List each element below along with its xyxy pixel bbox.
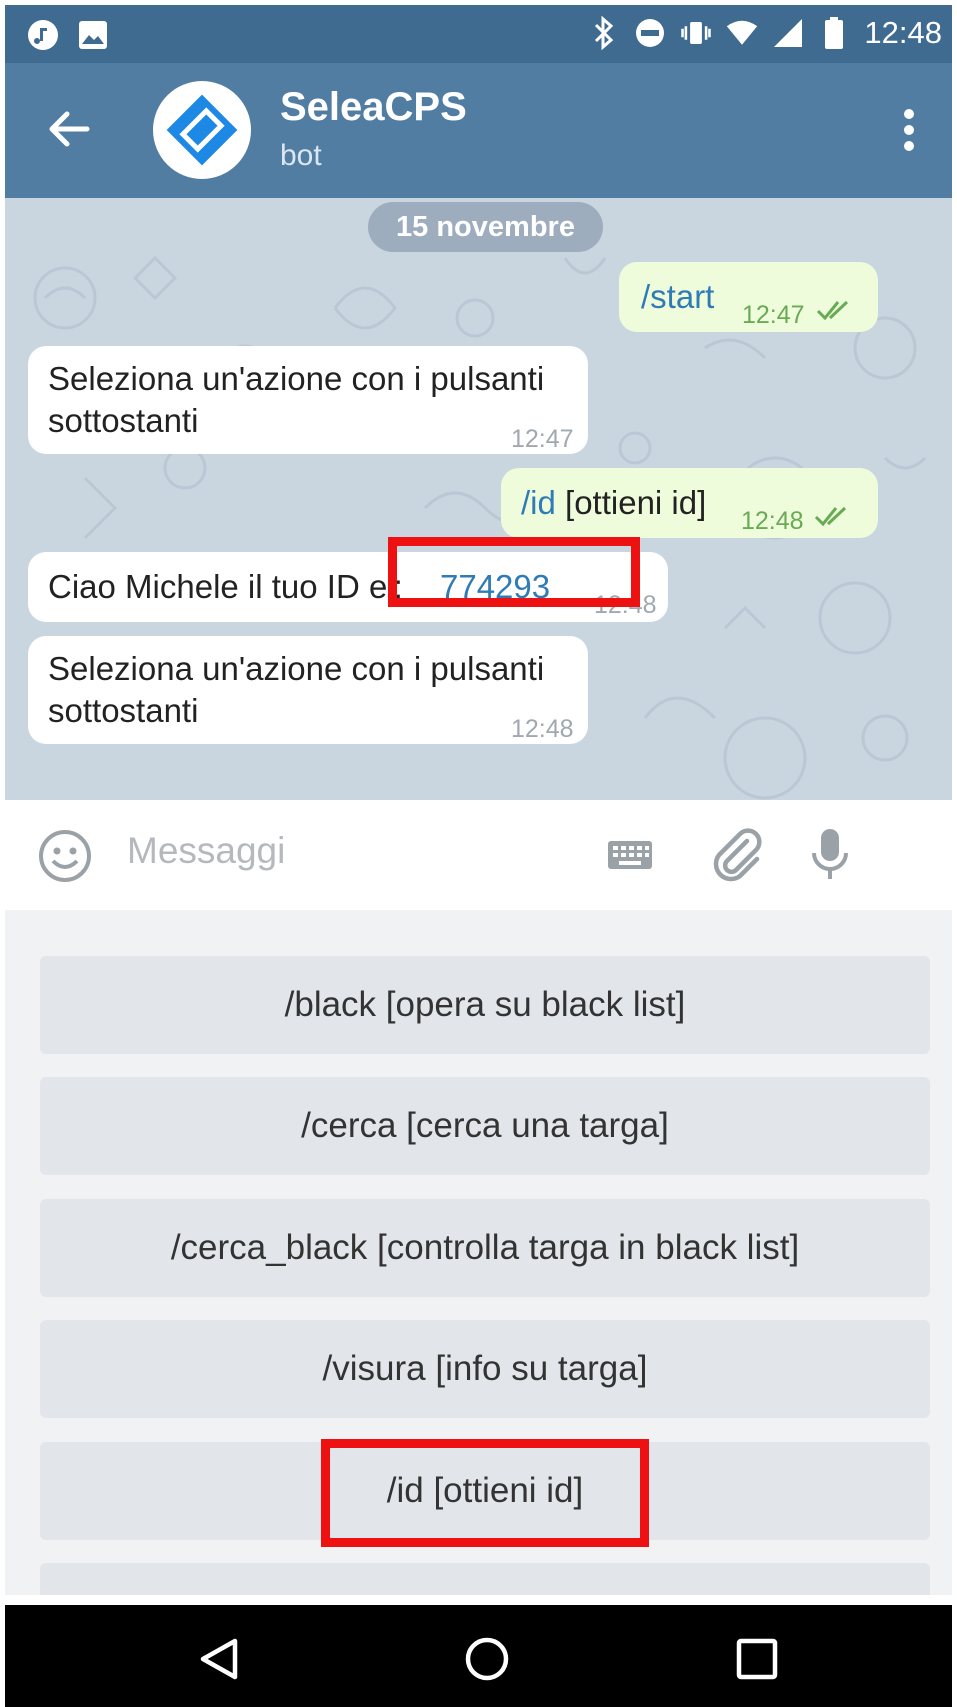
keyboard-icon[interactable]: [605, 835, 655, 875]
nav-back-icon[interactable]: [195, 1635, 243, 1683]
chat-title[interactable]: SeleaCPS: [280, 85, 467, 130]
attach-icon[interactable]: [707, 825, 767, 885]
bot-command-button[interactable]: /addid [aggiungi id telegram]: [40, 1563, 930, 1595]
bot-command-button[interactable]: /cerca_black [controlla targa in black l…: [40, 1199, 930, 1297]
system-nav-bar: [5, 1605, 952, 1707]
message-text: Seleziona un'azione con i pulsanti: [48, 650, 545, 687]
message-text: Ciao Michele il tuo ID e':: [48, 568, 403, 605]
date-separator: 15 novembre: [368, 202, 603, 252]
status-bar: 12:48: [5, 5, 952, 63]
highlight-box: [321, 1439, 649, 1547]
dnd-icon: [634, 17, 666, 49]
command-text[interactable]: /start: [641, 276, 714, 318]
highlight-box: [388, 537, 640, 607]
message-text: sottostanti: [48, 692, 199, 729]
message-time: 12:48: [511, 715, 574, 743]
message-time: 12:48: [741, 507, 804, 535]
message-text: Seleziona un'azione con i pulsanti: [48, 360, 545, 397]
read-check-icon: [814, 506, 847, 527]
emoji-icon[interactable]: [37, 828, 93, 884]
read-check-icon: [816, 300, 849, 321]
bot-command-button[interactable]: /cerca [cerca una targa]: [40, 1077, 930, 1175]
mic-icon[interactable]: [805, 825, 855, 885]
message-outgoing[interactable]: /id [ottieni id] 12:48: [501, 468, 878, 538]
chat-subtitle: bot: [280, 139, 322, 172]
avatar[interactable]: [153, 81, 251, 179]
bot-keyboard: /black [opera su black list] /cerca [cer…: [5, 910, 952, 1595]
image-icon: [77, 19, 109, 51]
message-input-bar: Messaggi: [5, 800, 952, 910]
message-outgoing[interactable]: /start 12:47: [619, 262, 878, 332]
signal-icon: [772, 17, 804, 49]
vibrate-icon: [680, 17, 712, 49]
music-icon: [27, 19, 59, 51]
message-text: sottostanti: [48, 402, 199, 439]
bot-command-button[interactable]: /black [opera su black list]: [40, 956, 930, 1054]
message-time: 12:47: [742, 301, 805, 329]
more-vert-icon[interactable]: [894, 105, 924, 155]
chat-header: SeleaCPS bot: [5, 63, 952, 198]
battery-icon: [818, 17, 850, 49]
message-incoming[interactable]: Seleziona un'azione con i pulsanti sotto…: [28, 636, 588, 744]
message-input[interactable]: Messaggi: [127, 830, 285, 872]
nav-home-icon[interactable]: [463, 1635, 511, 1683]
message-time: 12:47: [511, 425, 574, 453]
bot-command-button[interactable]: /visura [info su targa]: [40, 1320, 930, 1418]
command-description: [ottieni id]: [555, 484, 707, 521]
message-text: /id [ottieni id]: [521, 482, 706, 524]
nav-recents-icon[interactable]: [733, 1635, 781, 1683]
status-time: 12:48: [864, 15, 942, 50]
bluetooth-icon: [588, 16, 620, 50]
back-arrow-icon[interactable]: [39, 99, 99, 159]
telegram-screen: 12:48 SeleaCPS bot 15 novembre /start 12…: [5, 5, 952, 1707]
wifi-icon: [726, 17, 758, 49]
chat-area[interactable]: 15 novembre /start 12:47 Seleziona un'az…: [5, 198, 952, 800]
message-incoming[interactable]: Seleziona un'azione con i pulsanti sotto…: [28, 346, 588, 454]
command-link[interactable]: /id: [521, 484, 556, 521]
